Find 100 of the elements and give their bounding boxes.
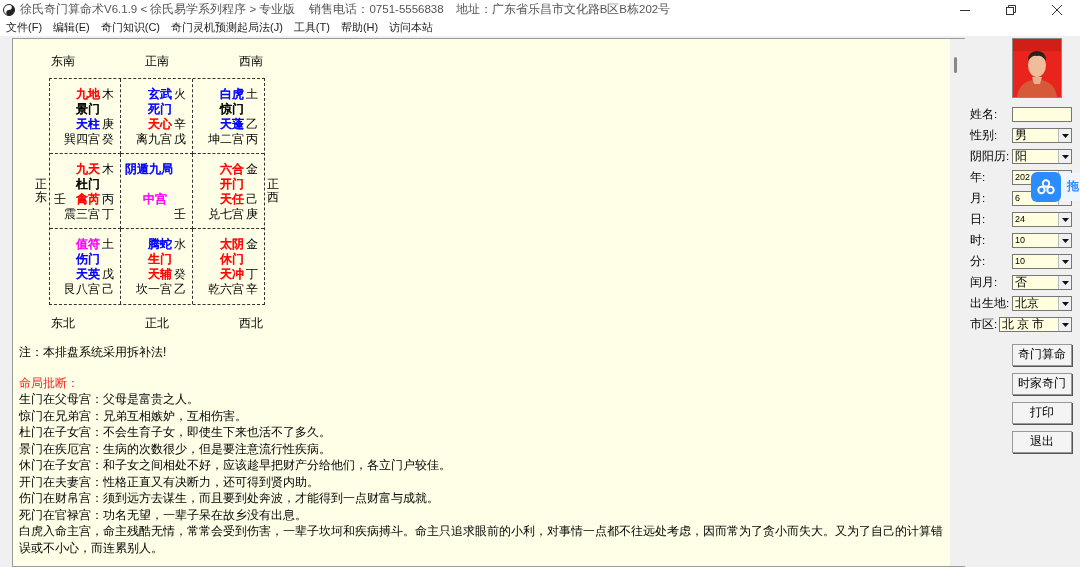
dropdown[interactable]: 24 [1012,212,1072,227]
direction-label: 正西 [267,177,279,205]
stem-text: 乙 [173,281,186,297]
stem-text: 辛 [173,116,186,132]
direction-label: 正东 [35,177,47,205]
stem-text: 癸 [102,131,115,147]
direction-label: 西北 [239,315,263,330]
menu-item[interactable]: 文件(F) [6,19,43,36]
direction-label: 东北 [51,315,75,330]
field-label: 性别: [970,127,999,143]
palace-text: 天冲 [220,266,244,282]
stem-text: 木 [102,86,115,102]
note-text: 注：本排盘系统采用拆补法! [19,344,168,361]
stem-text: 木 [102,161,115,177]
field-label: 阴阳历: [970,148,1011,164]
section-heading: 命局批断： [19,374,80,391]
caret-icon [1061,322,1069,327]
scrollbar-thumb[interactable] [954,57,957,73]
palace-text: 生门 [147,251,172,267]
menu-item[interactable]: 奇门知识(C) [100,19,160,36]
caret-icon [1061,217,1069,222]
palace-name: 乾六宫 [208,281,244,297]
stem-text: 丁 [102,206,115,222]
palace-text: 值符 [76,236,101,252]
palace-text: 伤门 [76,251,101,267]
dropdown[interactable]: 北京 [1012,296,1072,311]
close-icon [1052,4,1062,15]
analysis-text: 生门在父母宫：父母是富贵之人。 [19,391,200,408]
palace-name: 巽四宫 [64,131,101,147]
input-field[interactable] [1012,107,1072,122]
palace-name: 兑七宫 [208,206,244,222]
window-title: 徐氏奇门算命术V6.1.9 < 徐氏易学系列程序 > 专业版 [20,1,296,17]
stem-text: 丙 [102,191,115,207]
caret-icon [1061,133,1069,138]
action-button[interactable]: 奇门算命 [1012,344,1072,366]
action-button[interactable]: 打印 [1012,402,1072,424]
palace-text: 阴遁九局 [125,161,174,177]
palace-text: 杜门 [76,176,101,192]
stem-text: 庚 [102,116,115,132]
palace-name: 坤二宫 [208,131,244,147]
palace-text: 天蓬 [220,116,244,132]
dropdown[interactable]: 男 [1012,128,1072,143]
action-button[interactable]: 时家奇门 [1012,373,1072,395]
stem-text: 水 [173,236,186,252]
palace-text: 九天 [76,161,101,177]
menu-item[interactable]: 编辑(E) [53,19,90,36]
caret-icon [1061,238,1069,243]
field-label: 分: [970,253,987,269]
direction-label: 东南 [51,54,75,68]
palace-text: 景门 [76,101,101,117]
palace-text: 中宫 [143,191,168,207]
palace-text: 天英 [76,266,101,282]
menu-item[interactable]: 奇门灵机预测起局法(J) [171,19,283,36]
stem-text: 己 [246,191,258,207]
stem-text: 土 [102,236,115,252]
palace-text: 腾蛇 [147,236,172,252]
palace-text: 开门 [220,176,244,192]
app-icon [3,3,15,16]
restore-icon [1006,4,1016,15]
dropdown[interactable]: 阳 [1012,149,1072,164]
direction-label: 正南 [145,54,169,68]
palace-text: 玄武 [147,86,172,102]
caret-icon [1061,259,1069,264]
menu-item[interactable]: 访问本站 [389,19,434,36]
palace-text: 天辅 [147,266,172,282]
direction-label: 西南 [239,54,263,68]
stem-text: 金 [246,236,258,252]
field-label: 闰月: [970,274,999,290]
dropdown[interactable]: 10 [1012,254,1072,269]
field-label: 姓名: [970,106,999,122]
analysis-text: 伤门在财帛宫：须到远方去谋生，而且要到处奔波，才能得到一点财富与成就。 [19,490,440,507]
cloud-app-icon[interactable] [1031,172,1061,202]
palace-text: 死门 [147,101,172,117]
menu-item[interactable]: 工具(T) [293,19,330,36]
analysis-text: 惊门在兄弟宫：兄弟互相嫉妒，互相伤害。 [19,407,248,424]
stem-text: 壬 [54,191,66,207]
dropdown[interactable]: 北 京 市 [999,317,1072,332]
palace-text: 九地 [76,86,101,102]
stem-text: 土 [246,86,258,102]
analysis-text: 景门在疾厄宫：生病的次数很少，但是要注意流行性疾病。 [19,440,332,457]
analysis-text: 杜门在子女宫：不会生育子女，即使生下来也活不了多久。 [19,424,332,441]
stem-text: 癸 [173,266,186,282]
address-text: 地址：广东省乐昌市文化路B区B栋202号 [455,1,671,17]
palace-text: 惊门 [220,101,244,117]
caret-icon [1061,301,1069,306]
analysis-text: 白虎入命主宫，命主残酷无情，常常会受到伤害，一辈子坎坷和疾病搏斗。命主只追求眼前的小利，对事情一点都不往远处考虑，因而常为了贪小而失大。又为了自己的计算错误或不小心，而连累别人。 [19,523,943,556]
dropdown[interactable]: 否 [1012,275,1072,290]
caret-icon [1061,280,1069,285]
palace-text: 天柱 [76,116,101,132]
analysis-text: 休门在子女宫：和子女之间相处不好，应该趁早把财产分给他们，各立门户较佳。 [19,457,452,474]
palace-text: 天任 [220,191,244,207]
stem-text: 庚 [246,206,258,222]
field-label: 月: [970,190,987,206]
stem-text: 戊 [173,131,186,147]
menu-item[interactable]: 帮助(H) [340,19,379,36]
dropdown[interactable]: 10 [1012,233,1072,248]
stem-text: 辛 [246,281,258,297]
action-button[interactable]: 退出 [1012,431,1072,453]
field-label: 时: [970,232,987,248]
stem-text: 丁 [246,266,258,282]
